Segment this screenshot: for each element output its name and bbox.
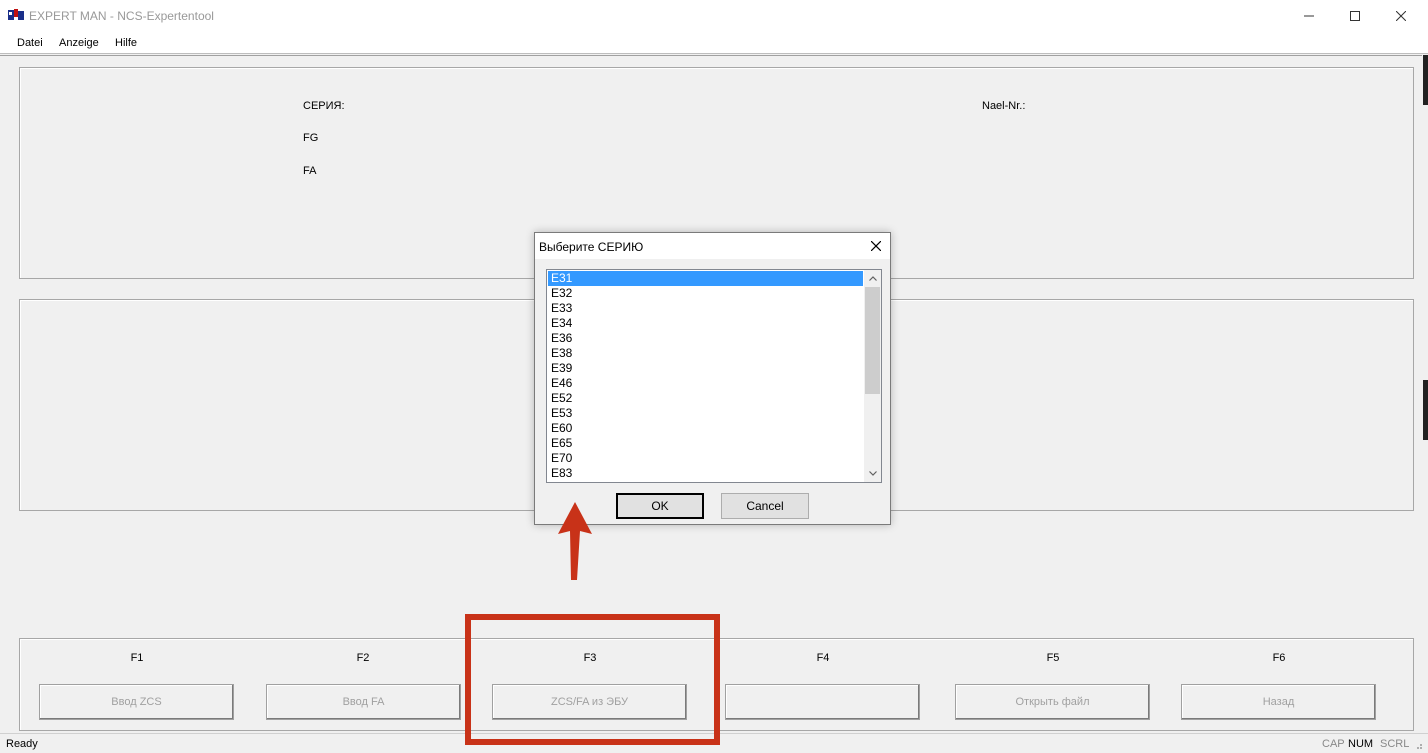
list-item[interactable]: E65 <box>548 436 863 451</box>
num-indicator: NUM <box>1348 738 1374 750</box>
dialog-close-button[interactable] <box>867 237 885 255</box>
red-arrow-icon <box>558 502 592 580</box>
list-item[interactable]: E38 <box>548 346 863 361</box>
list-item[interactable]: E32 <box>548 286 863 301</box>
close-icon <box>871 241 881 251</box>
list-item[interactable]: E60 <box>548 421 863 436</box>
chevron-down-icon <box>868 471 877 476</box>
status-text: Ready <box>6 738 38 750</box>
maximize-icon <box>1350 10 1360 21</box>
list-item[interactable]: E52 <box>548 391 863 406</box>
series-listbox[interactable]: E31 E32 E33 E34 E36 E38 E39 E46 E52 E53 … <box>546 269 882 483</box>
edge-strip <box>1423 380 1428 440</box>
nael-nr-label: Nael-Nr.: <box>982 100 1026 112</box>
open-file-button[interactable]: Открыть файл <box>955 684 1150 720</box>
window-titlebar: EXPERT MAN - NCS-Expertentool <box>0 0 1428 32</box>
back-button[interactable]: Назад <box>1181 684 1376 720</box>
menu-hilfe[interactable]: Hilfe <box>115 37 137 49</box>
highlight-box <box>465 614 720 745</box>
fkey-label-f5: F5 <box>1046 652 1060 664</box>
fa-label: FA <box>303 165 317 177</box>
list-item[interactable]: E34 <box>548 316 863 331</box>
scroll-down-button[interactable] <box>864 465 881 482</box>
list-item[interactable]: E39 <box>548 361 863 376</box>
minimize-icon <box>1304 15 1314 16</box>
enter-zcs-button[interactable]: Ввод ZCS <box>39 684 234 720</box>
list-item[interactable]: E83 <box>548 466 863 481</box>
fg-label: FG <box>303 132 319 144</box>
list-item[interactable]: E46 <box>548 376 863 391</box>
enter-fa-button[interactable]: Ввод FA <box>266 684 461 720</box>
dialog-title: Выберите СЕРИЮ <box>539 240 644 254</box>
list-item[interactable]: E36 <box>548 331 863 346</box>
ok-button[interactable]: OK <box>616 493 704 519</box>
fkey-label-f2: F2 <box>356 652 370 664</box>
fkey-label-f1: F1 <box>130 652 144 664</box>
menu-bar: Datei Anzeige Hilfe <box>0 32 1428 54</box>
fkey-label-f6: F6 <box>1272 652 1286 664</box>
app-icon <box>8 9 24 20</box>
series-label: СЕРИЯ: <box>303 100 345 112</box>
select-series-dialog: Выберите СЕРИЮ E31 E32 E33 E34 E36 E38 E… <box>534 232 891 525</box>
cancel-button[interactable]: Cancel <box>721 493 809 519</box>
menu-datei[interactable]: Datei <box>17 37 43 49</box>
f4-button[interactable] <box>725 684 920 720</box>
fkey-label-f4: F4 <box>816 652 830 664</box>
scroll-up-button[interactable] <box>864 270 881 287</box>
minimize-button[interactable] <box>1286 0 1332 31</box>
close-icon <box>1396 10 1406 21</box>
menu-anzeige[interactable]: Anzeige <box>59 37 99 49</box>
edge-strip <box>1423 55 1428 105</box>
maximize-button[interactable] <box>1332 0 1378 31</box>
scroll-thumb[interactable] <box>865 287 880 394</box>
listbox-scrollbar[interactable] <box>864 270 881 482</box>
resize-grip-icon[interactable] <box>1413 740 1423 750</box>
window-title: EXPERT MAN - NCS-Expertentool <box>29 9 214 23</box>
close-window-button[interactable] <box>1378 0 1424 31</box>
list-item[interactable]: E33 <box>548 301 863 316</box>
scrl-indicator: SCRL <box>1380 738 1410 750</box>
dialog-titlebar: Выберите СЕРИЮ <box>535 233 890 259</box>
cap-indicator: CAP <box>1322 738 1345 750</box>
list-item[interactable]: E53 <box>548 406 863 421</box>
chevron-up-icon <box>868 276 877 281</box>
list-item[interactable]: E70 <box>548 451 863 466</box>
list-item[interactable]: E31 <box>548 271 863 286</box>
